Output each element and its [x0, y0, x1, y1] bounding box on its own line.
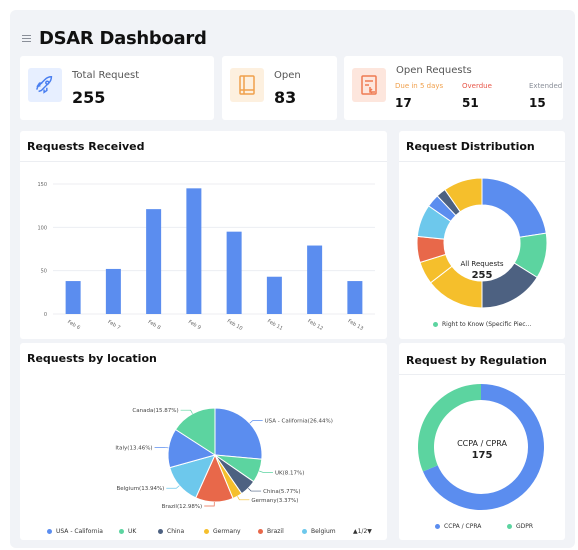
- bar: [186, 188, 202, 314]
- legend-dot-icon: [433, 322, 438, 327]
- bar: [307, 245, 323, 314]
- x-tick-label: Feb 7: [106, 319, 121, 331]
- regulation-legend-ccpa[interactable]: CCPA / CPRA: [435, 523, 481, 530]
- kpi-total-label: Total Request: [72, 70, 140, 81]
- kpi-overdue-value: 51: [462, 96, 479, 110]
- distribution-center-value: 255: [471, 270, 493, 281]
- legend-dot-icon: [302, 529, 307, 534]
- kpi-due-value: 17: [395, 96, 412, 110]
- location-legend-usa[interactable]: USA - California: [47, 528, 103, 535]
- pie-label: USA - California(26.44%): [265, 419, 333, 425]
- distribution-center-label: All Requests: [460, 260, 504, 268]
- kpi-open-label: Open: [274, 70, 301, 81]
- pie-label: Italy(13.46%): [115, 445, 152, 451]
- pie-leader-line: [180, 409, 193, 414]
- x-tick-label: Feb 11: [266, 318, 284, 332]
- kpi-extended-label: Extended: [529, 82, 563, 90]
- regulation-center-label: CCPA / CPRA: [457, 439, 507, 448]
- regulation-legend-gdpr[interactable]: GDPR: [507, 523, 533, 530]
- legend-pager[interactable]: ▲1/2▼: [353, 528, 372, 535]
- y-tick-label: 0: [44, 312, 47, 318]
- pie-leader-line: [259, 470, 273, 473]
- y-tick-label: 150: [37, 182, 47, 188]
- requests-received-card: Requests Received 0 50 100 150 Feb 6 Feb 7 Feb…: [20, 131, 387, 339]
- bar: [347, 281, 363, 314]
- pie-slice: [214, 407, 263, 460]
- requests-by-location-chart: USA - California(26.44%) UK(8.17%) China(5…: [115, 407, 333, 510]
- x-tick-label: Feb 13: [347, 318, 365, 332]
- kpi-open-requests-label: Open Requests: [396, 65, 472, 76]
- y-tick-label: 50: [41, 269, 47, 275]
- legend-dot-icon: [47, 529, 52, 534]
- bar: [105, 268, 121, 314]
- request-distribution-chart: [416, 177, 548, 309]
- pie-label: Canada(15.87%): [132, 408, 178, 414]
- bar: [65, 281, 81, 314]
- kpi-open-requests-card[interactable]: Open Requests Due in 5 days 17 Overdue 5…: [344, 56, 563, 120]
- legend-dot-icon: [204, 529, 209, 534]
- location-legend-uk[interactable]: UK: [119, 528, 136, 535]
- pie-leader-line: [154, 446, 169, 449]
- donut-slice: [481, 177, 547, 238]
- pie-label: Belgium(13.94%): [117, 486, 165, 492]
- kpi-open-value: 83: [274, 88, 297, 107]
- pie-label: UK(8.17%): [275, 470, 304, 476]
- pie-leader-line: [237, 496, 250, 501]
- distribution-legend-item[interactable]: Right to Know (Specific Piec...: [433, 321, 531, 328]
- request-by-regulation-card: Request by Regulation CCPA / CPRA 175 CC…: [399, 343, 565, 540]
- pie-leader-line: [166, 485, 180, 489]
- bar: [226, 231, 242, 314]
- requests-by-location-card: Requests by location USA - California(26…: [20, 343, 387, 540]
- pie-label: China(5.77%): [263, 489, 300, 495]
- rocket-icon: [28, 68, 62, 102]
- pie-label: Brazil(12.98%): [162, 504, 203, 510]
- kpi-total-value: 255: [72, 88, 106, 107]
- x-tick-label: Feb 9: [187, 319, 202, 331]
- page-title: DSAR Dashboard: [39, 28, 207, 49]
- location-legend-germany[interactable]: Germany: [204, 528, 241, 535]
- x-tick-label: Feb 12: [306, 318, 324, 332]
- kpi-extended-value: 15: [529, 96, 546, 110]
- requests-received-chart: 0 50 100 150 Feb 6 Feb 7 Feb 8 Feb 9 Feb 10 Feb 1…: [37, 182, 375, 332]
- book-icon: [230, 68, 264, 102]
- pie-leader-line: [247, 487, 262, 492]
- dashboard-page: DSAR Dashboard Total Request 255 Open 83: [10, 10, 575, 548]
- request-distribution-card: Request Distribution All Requests 255 Ri…: [399, 131, 565, 339]
- y-tick-label: 100: [37, 225, 47, 231]
- page-header: DSAR Dashboard: [22, 28, 207, 49]
- menu-icon[interactable]: [22, 35, 31, 42]
- regulation-center-value: 175: [471, 450, 493, 461]
- legend-dot-icon: [507, 524, 512, 529]
- x-tick-label: Feb 10: [226, 318, 244, 332]
- x-tick-label: Feb 8: [147, 319, 162, 331]
- pie-label: Germany(3.37%): [251, 498, 298, 504]
- location-legend-belgium[interactable]: Belgium: [302, 528, 336, 535]
- legend-dot-icon: [158, 529, 163, 534]
- location-legend-china[interactable]: China: [158, 528, 184, 535]
- kpi-open-card[interactable]: Open 83: [222, 56, 337, 120]
- clipboard-icon: [352, 68, 386, 102]
- location-legend-brazil[interactable]: Brazil: [258, 528, 284, 535]
- kpi-due-label: Due in 5 days: [395, 82, 444, 90]
- legend-dot-icon: [119, 529, 124, 534]
- x-tick-label: Feb 6: [66, 319, 81, 331]
- bar: [266, 276, 282, 314]
- bar: [146, 209, 162, 314]
- legend-dot-icon: [435, 524, 440, 529]
- kpi-total-card[interactable]: Total Request 255: [20, 56, 214, 120]
- kpi-overdue-label: Overdue: [462, 82, 492, 90]
- legend-dot-icon: [258, 529, 263, 534]
- pie-leader-line: [249, 420, 263, 424]
